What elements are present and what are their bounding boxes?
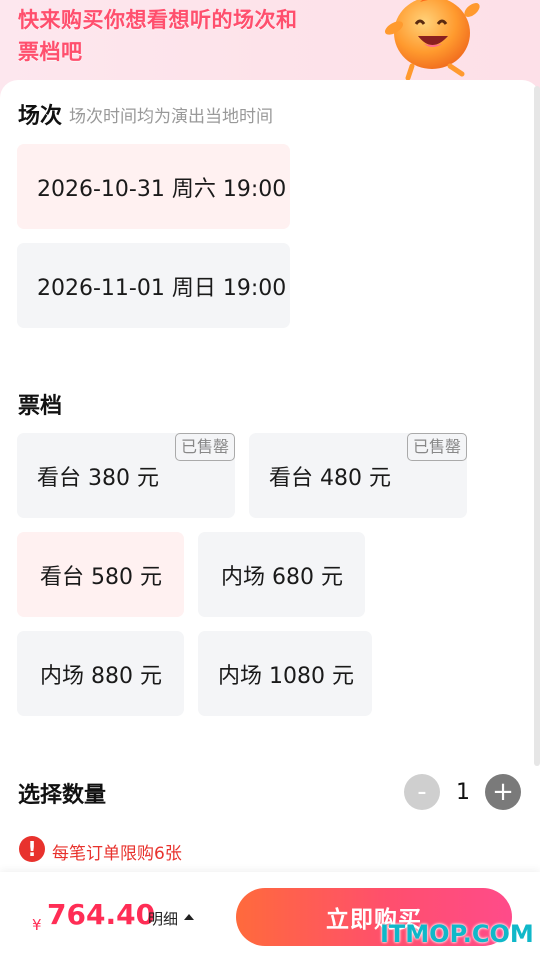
quantity-value: 1 xyxy=(456,780,470,805)
ticket-option-label: 看台 580 元 xyxy=(40,564,162,590)
currency-symbol: ¥ xyxy=(32,916,42,934)
quantity-section-title: 选择数量 xyxy=(18,783,107,808)
ticket-option-label: 内场 880 元 xyxy=(40,663,162,689)
ticket-option-label: 看台 480 元 xyxy=(269,465,391,491)
session-option-label: 2026-11-01 周日 19:00 xyxy=(37,275,287,301)
purchase-limit-notice: 每笔订单限购6张 xyxy=(52,844,182,864)
scrollbar[interactable] xyxy=(534,86,540,766)
session-section-title: 场次 xyxy=(18,104,63,129)
ticket-option[interactable]: 内场 680 元 xyxy=(198,532,365,617)
total-price: 764.40 xyxy=(47,898,156,931)
session-option[interactable]: 2026-10-31 周六 19:00 xyxy=(17,144,290,229)
session-option-label: 2026-10-31 周六 19:00 xyxy=(37,176,287,202)
ticket-option[interactable]: 看台 580 元 xyxy=(17,532,184,617)
ticket-option-label: 内场 680 元 xyxy=(221,564,343,590)
ticket-option[interactable]: 看台 380 元 已售罄 xyxy=(17,433,235,518)
ticket-option[interactable]: 内场 880 元 xyxy=(17,631,184,716)
price-detail-toggle[interactable]: 明细 xyxy=(148,908,178,929)
quantity-decrease-button[interactable]: - xyxy=(404,774,440,810)
sold-out-badge: 已售罄 xyxy=(174,433,235,461)
mascot-icon xyxy=(384,0,480,80)
ticket-section-title: 票档 xyxy=(18,394,63,419)
quantity-increase-button[interactable]: + xyxy=(485,774,521,810)
ticket-option-label: 内场 1080 元 xyxy=(218,663,354,689)
caret-up-icon[interactable] xyxy=(184,914,194,920)
banner-title: 快来购买你想看想听的场次和票档吧 xyxy=(18,8,298,64)
ticket-option[interactable]: 看台 480 元 已售罄 xyxy=(249,433,467,518)
ticket-option[interactable]: 内场 1080 元 xyxy=(198,631,372,716)
watermark: ITMOP.COM xyxy=(380,920,534,948)
ticket-option-label: 看台 380 元 xyxy=(37,465,159,491)
sold-out-badge: 已售罄 xyxy=(406,433,467,461)
session-section-subtitle: 场次时间均为演出当地时间 xyxy=(69,107,273,127)
session-option[interactable]: 2026-11-01 周日 19:00 xyxy=(17,243,290,328)
warning-icon: ! xyxy=(19,836,45,862)
